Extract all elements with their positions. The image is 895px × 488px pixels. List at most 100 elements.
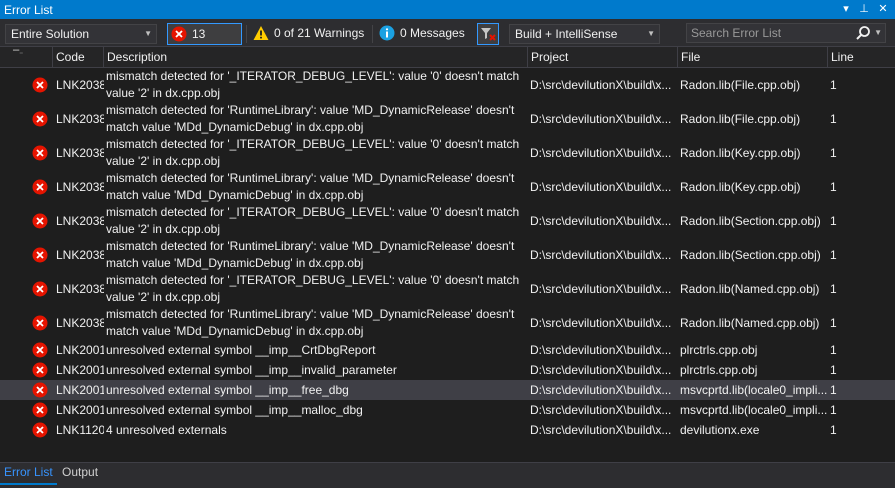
table-row[interactable]: LNK2038 mismatch detected for '_ITERATOR_… <box>0 136 895 170</box>
table-row[interactable]: LNK2001 unresolved external symbol __imp_… <box>0 360 895 380</box>
error-icon <box>32 382 48 398</box>
error-project: D:\src\devilutionX\build\x... <box>530 282 672 296</box>
error-icon <box>32 179 48 195</box>
error-file: plrctrls.cpp.obj <box>680 343 758 357</box>
errors-filter-button[interactable]: 13 Errors <box>167 23 242 61</box>
scope-dropdown[interactable]: Entire Solution ▼ <box>5 24 157 44</box>
table-row[interactable]: LNK2038 mismatch detected for 'RuntimeLib… <box>0 306 895 340</box>
pin-icon[interactable]: ⊥ <box>856 1 872 17</box>
tab-output[interactable]: Output <box>58 463 102 483</box>
chevron-down-icon: ▼ <box>647 29 655 38</box>
error-line: 1 <box>830 78 837 92</box>
error-project: D:\src\devilutionX\build\x... <box>530 112 672 126</box>
chevron-down-icon[interactable]: ▼ <box>874 24 882 42</box>
error-file: devilutionx.exe <box>680 423 760 437</box>
error-file: Radon.lib(Key.cpp.obj) <box>680 146 801 160</box>
error-file: Radon.lib(File.cpp.obj) <box>680 112 801 126</box>
search-placeholder: Search Error List <box>691 26 782 40</box>
code-column-header[interactable]: Code <box>52 47 103 67</box>
table-row[interactable]: LNK2001 unresolved external symbol __imp_… <box>0 340 895 360</box>
table-row[interactable]: LNK2038 mismatch detected for '_ITERATOR_… <box>0 272 895 306</box>
table-row[interactable]: LNK2001 unresolved external symbol __imp_… <box>0 400 895 420</box>
error-line: 1 <box>830 180 837 194</box>
divider <box>372 25 373 43</box>
error-icon <box>32 362 48 378</box>
info-icon <box>379 25 395 41</box>
error-code: LNK2001 <box>56 383 104 397</box>
error-description: mismatch detected for 'RuntimeLibrary': … <box>106 307 515 338</box>
error-file: Radon.lib(Section.cpp.obj) <box>680 214 821 228</box>
error-icon <box>32 402 48 418</box>
error-file: plrctrls.cpp.obj <box>680 363 758 377</box>
table-row[interactable]: LNK1120 4 unresolved externals D:\src\devi… <box>0 420 895 440</box>
error-description: mismatch detected for 'RuntimeLibrary': … <box>106 171 515 202</box>
error-project: D:\src\devilutionX\build\x... <box>530 180 672 194</box>
error-project: D:\src\devilutionX\build\x... <box>530 363 672 377</box>
table-row[interactable]: LNK2001 unresolved external symbol __imp_… <box>0 380 895 400</box>
error-code: LNK2038 <box>56 112 104 126</box>
error-line: 1 <box>830 363 837 377</box>
table-row[interactable]: LNK2038 mismatch detected for 'RuntimeLib… <box>0 170 895 204</box>
error-description: mismatch detected for 'RuntimeLibrary': … <box>106 239 515 270</box>
error-icon <box>32 247 48 263</box>
messages-filter-button[interactable]: 0 Messages <box>376 23 468 45</box>
error-project: D:\src\devilutionX\build\x... <box>530 383 672 397</box>
warnings-filter-button[interactable]: 0 of 21 Warnings <box>250 23 368 45</box>
error-line: 1 <box>830 248 837 262</box>
line-column-header[interactable]: Line <box>827 47 895 67</box>
error-file: msvcprtd.lib(locale0_impli... <box>680 383 828 397</box>
error-code: LNK2038 <box>56 316 104 330</box>
error-icon <box>32 111 48 127</box>
dropdown-arrow-icon[interactable]: ▾ <box>838 1 854 17</box>
error-description: mismatch detected for '_ITERATOR_DEBUG_L… <box>106 69 520 100</box>
error-project: D:\src\devilutionX\build\x... <box>530 146 672 160</box>
error-description: mismatch detected for '_ITERATOR_DEBUG_L… <box>106 137 520 168</box>
error-code: LNK2038 <box>56 180 104 194</box>
error-file: Radon.lib(Section.cpp.obj) <box>680 248 821 262</box>
error-project: D:\src\devilutionX\build\x... <box>530 423 672 437</box>
error-icon <box>32 315 48 331</box>
close-icon[interactable]: ✕ <box>875 1 891 17</box>
error-icon <box>32 342 48 358</box>
title-bar: Error List ▾ ⊥ ✕ <box>0 0 895 19</box>
filter-build-icon[interactable] <box>477 23 499 45</box>
error-code: LNK2038 <box>56 282 104 296</box>
error-project: D:\src\devilutionX\build\x... <box>530 214 672 228</box>
messages-label: 0 Messages <box>400 26 465 40</box>
table-row[interactable]: LNK2038 mismatch detected for '_ITERATOR_… <box>0 68 895 102</box>
table-row[interactable]: LNK2038 mismatch detected for 'RuntimeLib… <box>0 238 895 272</box>
error-icon <box>32 145 48 161</box>
error-project: D:\src\devilutionX\build\x... <box>530 403 672 417</box>
error-description: mismatch detected for '_ITERATOR_DEBUG_L… <box>106 205 520 236</box>
error-line: 1 <box>830 383 837 397</box>
error-line: 1 <box>830 316 837 330</box>
chevron-down-icon: ▼ <box>144 29 152 38</box>
project-column-header[interactable]: Project <box>527 47 677 67</box>
error-icon <box>32 77 48 93</box>
build-source-dropdown[interactable]: Build + IntelliSense ▼ <box>509 24 660 44</box>
funnel-error-icon <box>481 28 496 41</box>
search-icon[interactable] <box>855 25 871 41</box>
table-row[interactable]: LNK2038 mismatch detected for '_ITERATOR_… <box>0 204 895 238</box>
error-line: 1 <box>830 403 837 417</box>
error-description: unresolved external symbol __imp__malloc… <box>106 403 363 417</box>
sort-icon: ▔⁼ <box>13 50 24 59</box>
error-file: msvcprtd.lib(locale0_impli... <box>680 403 828 417</box>
error-file: Radon.lib(Named.cpp.obj) <box>680 282 820 296</box>
error-icon <box>32 281 48 297</box>
tab-error-list[interactable]: Error List <box>0 463 57 485</box>
search-input[interactable]: Search Error List ▼ <box>686 23 886 43</box>
error-code: LNK2038 <box>56 78 104 92</box>
sort-column-header[interactable]: ▔⁼ <box>0 47 28 67</box>
file-column-header[interactable]: File <box>677 47 827 67</box>
error-description: mismatch detected for 'RuntimeLibrary': … <box>106 103 515 134</box>
error-file: Radon.lib(Key.cpp.obj) <box>680 180 801 194</box>
tool-window-tabs: Error List Output <box>0 462 895 488</box>
error-code: LNK2001 <box>56 343 104 357</box>
error-file: Radon.lib(File.cpp.obj) <box>680 78 801 92</box>
error-project: D:\src\devilutionX\build\x... <box>530 316 672 330</box>
table-row[interactable]: LNK2038 mismatch detected for 'RuntimeLib… <box>0 102 895 136</box>
error-line: 1 <box>830 282 837 296</box>
error-icon <box>32 213 48 229</box>
description-column-header[interactable]: Description <box>103 47 527 67</box>
